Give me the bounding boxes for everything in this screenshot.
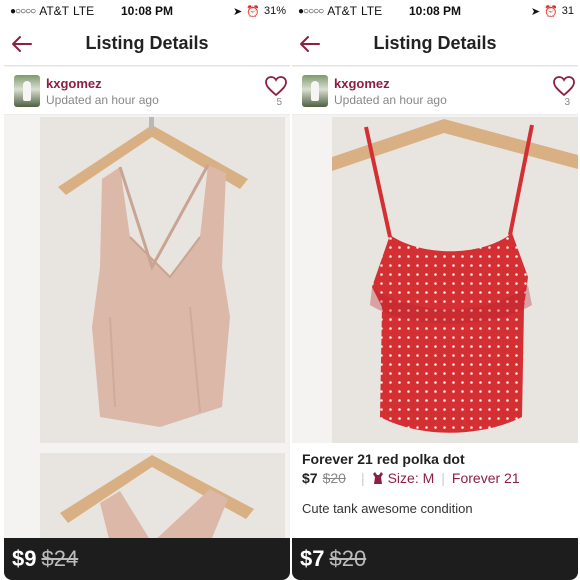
screenshot-collage: ●○○○○ AT&T LTE 10:08 PM ➤ ⏰ 31% Listing … <box>0 0 580 580</box>
listing-photo[interactable] <box>332 117 578 443</box>
listing-photo[interactable] <box>40 117 285 443</box>
red-polka-dot-tank-image <box>332 117 578 443</box>
left-listing-screen: ●○○○○ AT&T LTE 10:08 PM ➤ ⏰ 31% Listing … <box>4 0 290 580</box>
avatar[interactable] <box>302 75 328 107</box>
alarm-icon: ⏰ <box>544 5 558 18</box>
like-count: 5 <box>276 97 282 108</box>
item-size[interactable]: Size: M <box>388 470 435 486</box>
status-bar: ●○○○○ AT&T LTE 10:08 PM ➤ ⏰ 31% <box>4 0 290 22</box>
price-footer: $9 $24 <box>4 538 290 580</box>
seller-row[interactable]: kxgomez Updated an hour ago 5 <box>4 67 290 115</box>
seller-username[interactable]: kxgomez <box>334 76 390 91</box>
seller-row[interactable]: kxgomez Updated an hour ago 3 <box>292 67 578 115</box>
page-title: Listing Details <box>373 33 497 53</box>
item-brand[interactable]: Forever 21 <box>452 470 520 486</box>
listing-details: Forever 21 red polka dot $7 $20 | Size: … <box>292 443 578 543</box>
listing-photo-secondary[interactable] <box>40 453 285 543</box>
updated-timestamp: Updated an hour ago <box>334 93 447 107</box>
price-row: $7 $20 | Size: M | Forever 21 <box>302 470 520 486</box>
seller-username[interactable]: kxgomez <box>46 76 102 91</box>
footer-price: $7 <box>300 546 325 571</box>
status-bar: ●○○○○ AT&T LTE 10:08 PM ➤ ⏰ 31 <box>292 0 578 22</box>
pink-tank-image <box>40 117 285 443</box>
location-icon: ➤ <box>233 5 243 18</box>
item-price: $7 <box>302 470 318 486</box>
nav-bar: Listing Details <box>292 22 578 66</box>
price-footer: $7 $20 <box>292 538 578 580</box>
heart-icon[interactable] <box>552 75 576 97</box>
item-description: Cute tank awesome condition <box>302 501 473 516</box>
nav-bar: Listing Details <box>4 22 290 66</box>
updated-timestamp: Updated an hour ago <box>46 93 159 107</box>
footer-original-price: $20 <box>329 546 367 571</box>
footer-price: $9 <box>12 546 37 571</box>
right-listing-screen: ●○○○○ AT&T LTE 10:08 PM ➤ ⏰ 31 Listing D… <box>292 0 578 580</box>
location-icon: ➤ <box>530 5 541 18</box>
footer-original-price: $24 <box>41 546 79 571</box>
alarm-icon: ⏰ <box>246 5 260 18</box>
like-count: 3 <box>564 97 570 108</box>
battery-level: 31% <box>263 5 286 17</box>
dress-icon <box>372 472 383 484</box>
avatar[interactable] <box>14 75 40 107</box>
pink-tank-image-secondary <box>40 453 285 543</box>
battery-level: 31 <box>561 5 574 17</box>
page-title: Listing Details <box>85 33 209 53</box>
item-original-price: $20 <box>322 470 346 486</box>
heart-icon[interactable] <box>264 75 288 97</box>
item-title: Forever 21 red polka dot <box>302 451 465 467</box>
